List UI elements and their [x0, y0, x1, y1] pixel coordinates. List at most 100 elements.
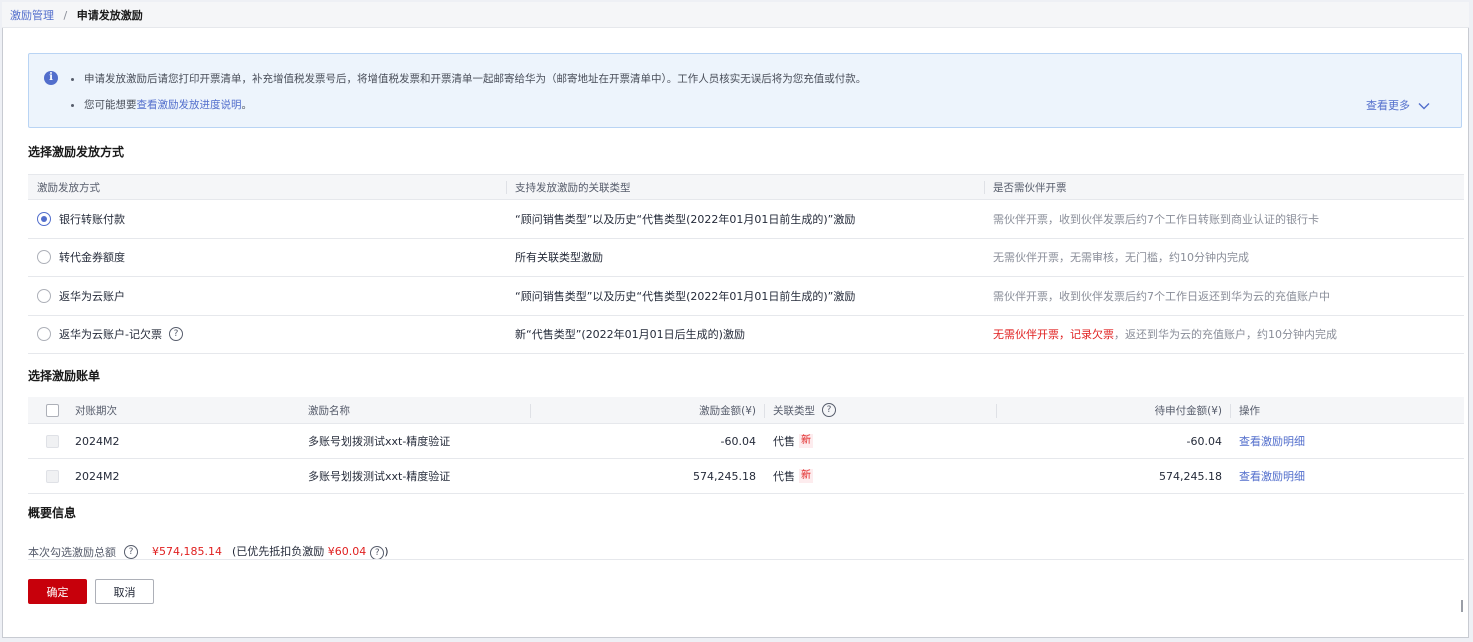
method-row-cloud-account-debt[interactable]: 返华为云账户-记欠票? 新“代售类型”(2022年01月01日后生成的)激励 无… — [28, 316, 1464, 354]
scrollbar-handle[interactable] — [1461, 600, 1463, 612]
bill-type-label: 代售 — [773, 470, 795, 483]
method-option[interactable]: 返华为云账户 — [37, 277, 125, 315]
invoice-rest: ，返还到华为云的充值账户，约10分钟内完成 — [1114, 328, 1337, 342]
column-divider — [996, 404, 997, 418]
header-type-label: 关联类型 — [773, 404, 815, 417]
top-bar: 激励管理 / 申请发放激励 — [2, 2, 1469, 28]
bill-section-title: 选择激励账单 — [28, 369, 101, 383]
chevron-down-icon — [1418, 103, 1430, 110]
notice-text-2: 您可能想要 — [84, 99, 137, 111]
help-icon[interactable]: ? — [168, 327, 183, 342]
header-period: 对账期次 — [75, 404, 117, 417]
confirm-button[interactable]: 确定 — [28, 579, 87, 604]
new-badge: 新 — [799, 434, 813, 448]
method-name: 返华为云账户 — [59, 289, 125, 303]
header-types: 支持发放激励的关联类型 — [515, 181, 631, 194]
table-row: 2024M2 多账号划拨测试xxt-精度验证 -60.04 代售新 -60.04… — [28, 424, 1464, 459]
method-row-cloud-account[interactable]: 返华为云账户 “顾问销售类型”以及历史“代售类型(2022年01月01日前生成的… — [28, 277, 1464, 316]
summary-line: 本次勾选激励总额 ? ¥574,185.14 (已优先抵扣负激励 ¥60.04?… — [28, 543, 389, 560]
method-invoice: 需伙伴开票，收到伙伴发票后约7个工作日返还到华为云的充值账户中 — [993, 289, 1330, 303]
table-row: 2024M2 多账号划拨测试xxt-精度验证 574,245.18 代售新 57… — [28, 459, 1464, 494]
method-table-header: 激励发放方式 支持发放激励的关联类型 是否需伙伴开票 — [28, 175, 1464, 200]
bill-period: 2024M2 — [75, 469, 120, 483]
method-option[interactable]: 返华为云账户-记欠票? — [37, 316, 183, 354]
column-divider — [530, 404, 531, 418]
method-name: 返华为云账户-记欠票 — [59, 328, 162, 342]
bullet-icon — [71, 103, 74, 107]
summary-label: 本次勾选激励总额 — [28, 545, 116, 559]
cancel-button[interactable]: 取消 — [95, 579, 154, 604]
radio-cloud-account[interactable] — [37, 288, 51, 303]
summary-note-suffix: ) — [384, 545, 389, 558]
bill-type: 代售新 — [773, 424, 813, 458]
method-name: 转代金券额度 — [59, 251, 125, 265]
row-checkbox — [46, 469, 59, 483]
select-all-cell[interactable] — [46, 397, 59, 423]
radio-voucher[interactable] — [37, 250, 51, 265]
radio-cloud-account-debt[interactable] — [37, 327, 51, 342]
method-row-bank[interactable]: 银行转账付款 “顾问销售类型”以及历史“代售类型(2022年01月01日前生成的… — [28, 200, 1464, 239]
header-amount: 激励金额(¥) — [699, 404, 756, 417]
method-invoice: 无需伙伴开票，无需审核，无门槛，约10分钟内完成 — [993, 251, 1249, 265]
method-row-voucher[interactable]: 转代金券额度 所有关联类型激励 无需伙伴开票，无需审核，无门槛，约10分钟内完成 — [28, 239, 1464, 277]
header-invoice: 是否需伙伴开票 — [993, 181, 1067, 194]
notice-line-1: 申请发放激励后请您打印开票清单，补充增值税发票号后，将增值税发票和开票清单一起邮… — [71, 71, 866, 86]
notice-text-1: 申请发放激励后请您打印开票清单，补充增值税发票号后，将增值税发票和开票清单一起邮… — [84, 73, 867, 85]
method-types: 新“代售类型”(2022年01月01日后生成的)激励 — [515, 328, 745, 342]
info-icon: i — [44, 71, 58, 85]
bill-name: 多账号划拨测试xxt-精度验证 — [308, 470, 451, 483]
method-invoice: 需伙伴开票，收到伙伴发票后约7个工作日转账到商业认证的银行卡 — [993, 212, 1319, 226]
method-types: 所有关联类型激励 — [515, 251, 603, 265]
method-option[interactable]: 转代金券额度 — [37, 239, 125, 277]
column-divider — [764, 404, 765, 418]
method-types: “顾问销售类型”以及历史“代售类型(2022年01月01日前生成的)”激励 — [515, 212, 856, 226]
bill-type-label: 代售 — [773, 435, 795, 448]
bill-table: 对账期次 激励名称 激励金额(¥) 关联类型? 待申付金额(¥) 操作 2024… — [28, 397, 1464, 494]
help-icon[interactable]: ? — [822, 403, 836, 417]
help-icon[interactable]: ? — [370, 546, 385, 560]
summary-total: ¥574,185.14 — [152, 545, 222, 558]
bullet-icon — [71, 77, 74, 81]
info-notice: i 申请发放激励后请您打印开票清单，补充增值税发票号后，将增值税发票和开票清单一… — [28, 53, 1462, 128]
breadcrumb-current: 申请发放激励 — [76, 9, 143, 22]
help-icon[interactable]: ? — [124, 544, 138, 559]
notice-text-2-suffix: 。 — [241, 99, 253, 111]
bill-pending: 574,245.18 — [1159, 469, 1222, 483]
bill-name: 多账号划拨测试xxt-精度验证 — [308, 435, 451, 448]
select-all-checkbox[interactable] — [46, 403, 59, 417]
header-name: 激励名称 — [308, 404, 350, 417]
summary-note-prefix: (已优先抵扣负激励 — [231, 545, 325, 558]
new-badge: 新 — [799, 469, 813, 483]
summary-section-title: 概要信息 — [28, 506, 77, 520]
method-option[interactable]: 银行转账付款 — [37, 200, 125, 238]
bill-type: 代售新 — [773, 459, 813, 493]
column-divider — [1230, 404, 1231, 418]
row-checkbox-cell — [46, 459, 59, 493]
breadcrumb: 激励管理 / 申请发放激励 — [10, 7, 143, 23]
view-more-link[interactable]: 查看更多 — [1366, 97, 1430, 113]
header-method: 激励发放方式 — [37, 181, 100, 194]
column-divider — [506, 181, 507, 194]
row-checkbox-cell — [46, 424, 59, 458]
bill-table-header: 对账期次 激励名称 激励金额(¥) 关联类型? 待申付金额(¥) 操作 — [28, 397, 1464, 424]
progress-doc-link[interactable]: 查看激励发放进度说明 — [137, 99, 242, 111]
column-divider — [984, 181, 985, 194]
method-section-title: 选择激励发放方式 — [28, 145, 125, 159]
divider — [28, 559, 1464, 560]
bill-period: 2024M2 — [75, 434, 120, 448]
radio-bank-transfer[interactable] — [37, 211, 51, 226]
summary-note: (已优先抵扣负激励 ¥60.04?) — [232, 543, 389, 560]
view-detail-link[interactable]: 查看激励明细 — [1239, 459, 1305, 493]
bill-amount: 574,245.18 — [693, 469, 756, 483]
method-invoice: 无需伙伴开票，记录欠票 ，返还到华为云的充值账户，约10分钟内完成 — [993, 316, 1337, 354]
view-detail-link[interactable]: 查看激励明细 — [1239, 424, 1305, 458]
summary-note-amount: ¥60.04 — [327, 545, 367, 558]
row-checkbox — [46, 434, 59, 448]
method-types: “顾问销售类型”以及历史“代售类型(2022年01月01日前生成的)”激励 — [515, 289, 856, 303]
method-name: 银行转账付款 — [59, 212, 125, 226]
breadcrumb-parent-link[interactable]: 激励管理 — [10, 9, 54, 22]
breadcrumb-separator: / — [63, 9, 68, 22]
invoice-warning: 无需伙伴开票，记录欠票 — [993, 328, 1114, 342]
bill-amount: -60.04 — [720, 434, 756, 448]
method-table: 激励发放方式 支持发放激励的关联类型 是否需伙伴开票 银行转账付款 “顾问销售类… — [28, 174, 1464, 354]
